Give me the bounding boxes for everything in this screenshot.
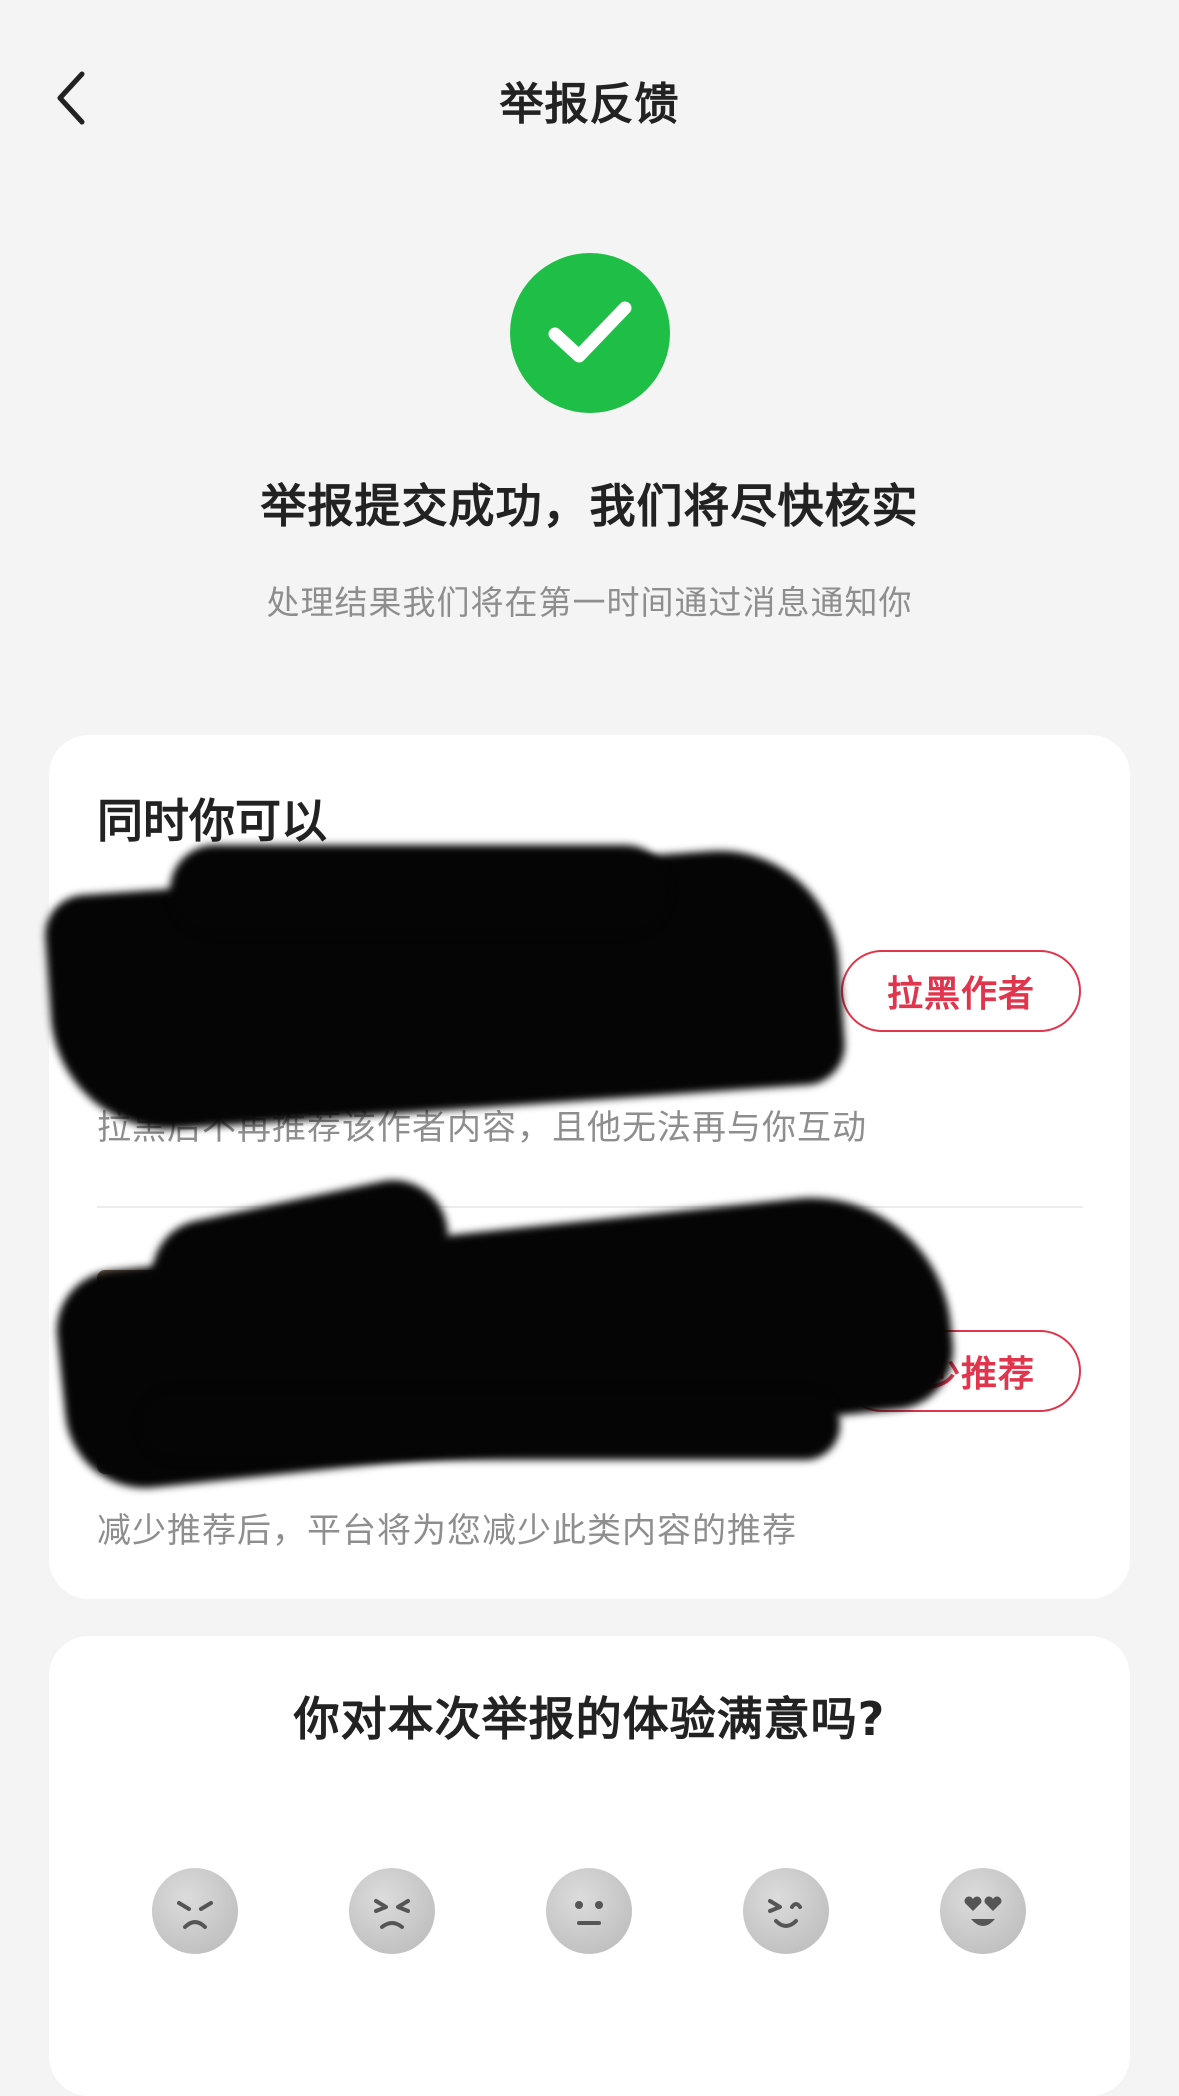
divider bbox=[97, 1206, 1083, 1208]
redaction-mark bbox=[170, 845, 670, 935]
neutral-face-icon[interactable] bbox=[546, 1868, 632, 1954]
header-bar: 举报反馈 bbox=[0, 0, 1179, 200]
redaction-mark bbox=[140, 1390, 840, 1460]
success-title: 举报提交成功，我们将尽快核实 bbox=[260, 479, 919, 533]
survey-question: 你对本次举报的体验满意吗? bbox=[293, 1692, 886, 1746]
page-title: 举报反馈 bbox=[499, 79, 680, 130]
satisfied-face-icon[interactable] bbox=[743, 1868, 829, 1954]
very-dissatisfied-face-icon[interactable] bbox=[152, 1868, 238, 1954]
actions-heading: 同时你可以 bbox=[97, 794, 327, 848]
block-author-button[interactable]: 拉黑作者 bbox=[841, 950, 1081, 1032]
reduce-recommendation-description: 减少推荐后，平台将为您减少此类内容的推荐 bbox=[97, 1511, 797, 1551]
dissatisfied-face-icon[interactable] bbox=[349, 1868, 435, 1954]
check-circle-icon bbox=[510, 253, 670, 413]
success-subtitle: 处理结果我们将在第一时间通过消息通知你 bbox=[266, 583, 913, 622]
very-satisfied-face-icon[interactable] bbox=[940, 1868, 1026, 1954]
